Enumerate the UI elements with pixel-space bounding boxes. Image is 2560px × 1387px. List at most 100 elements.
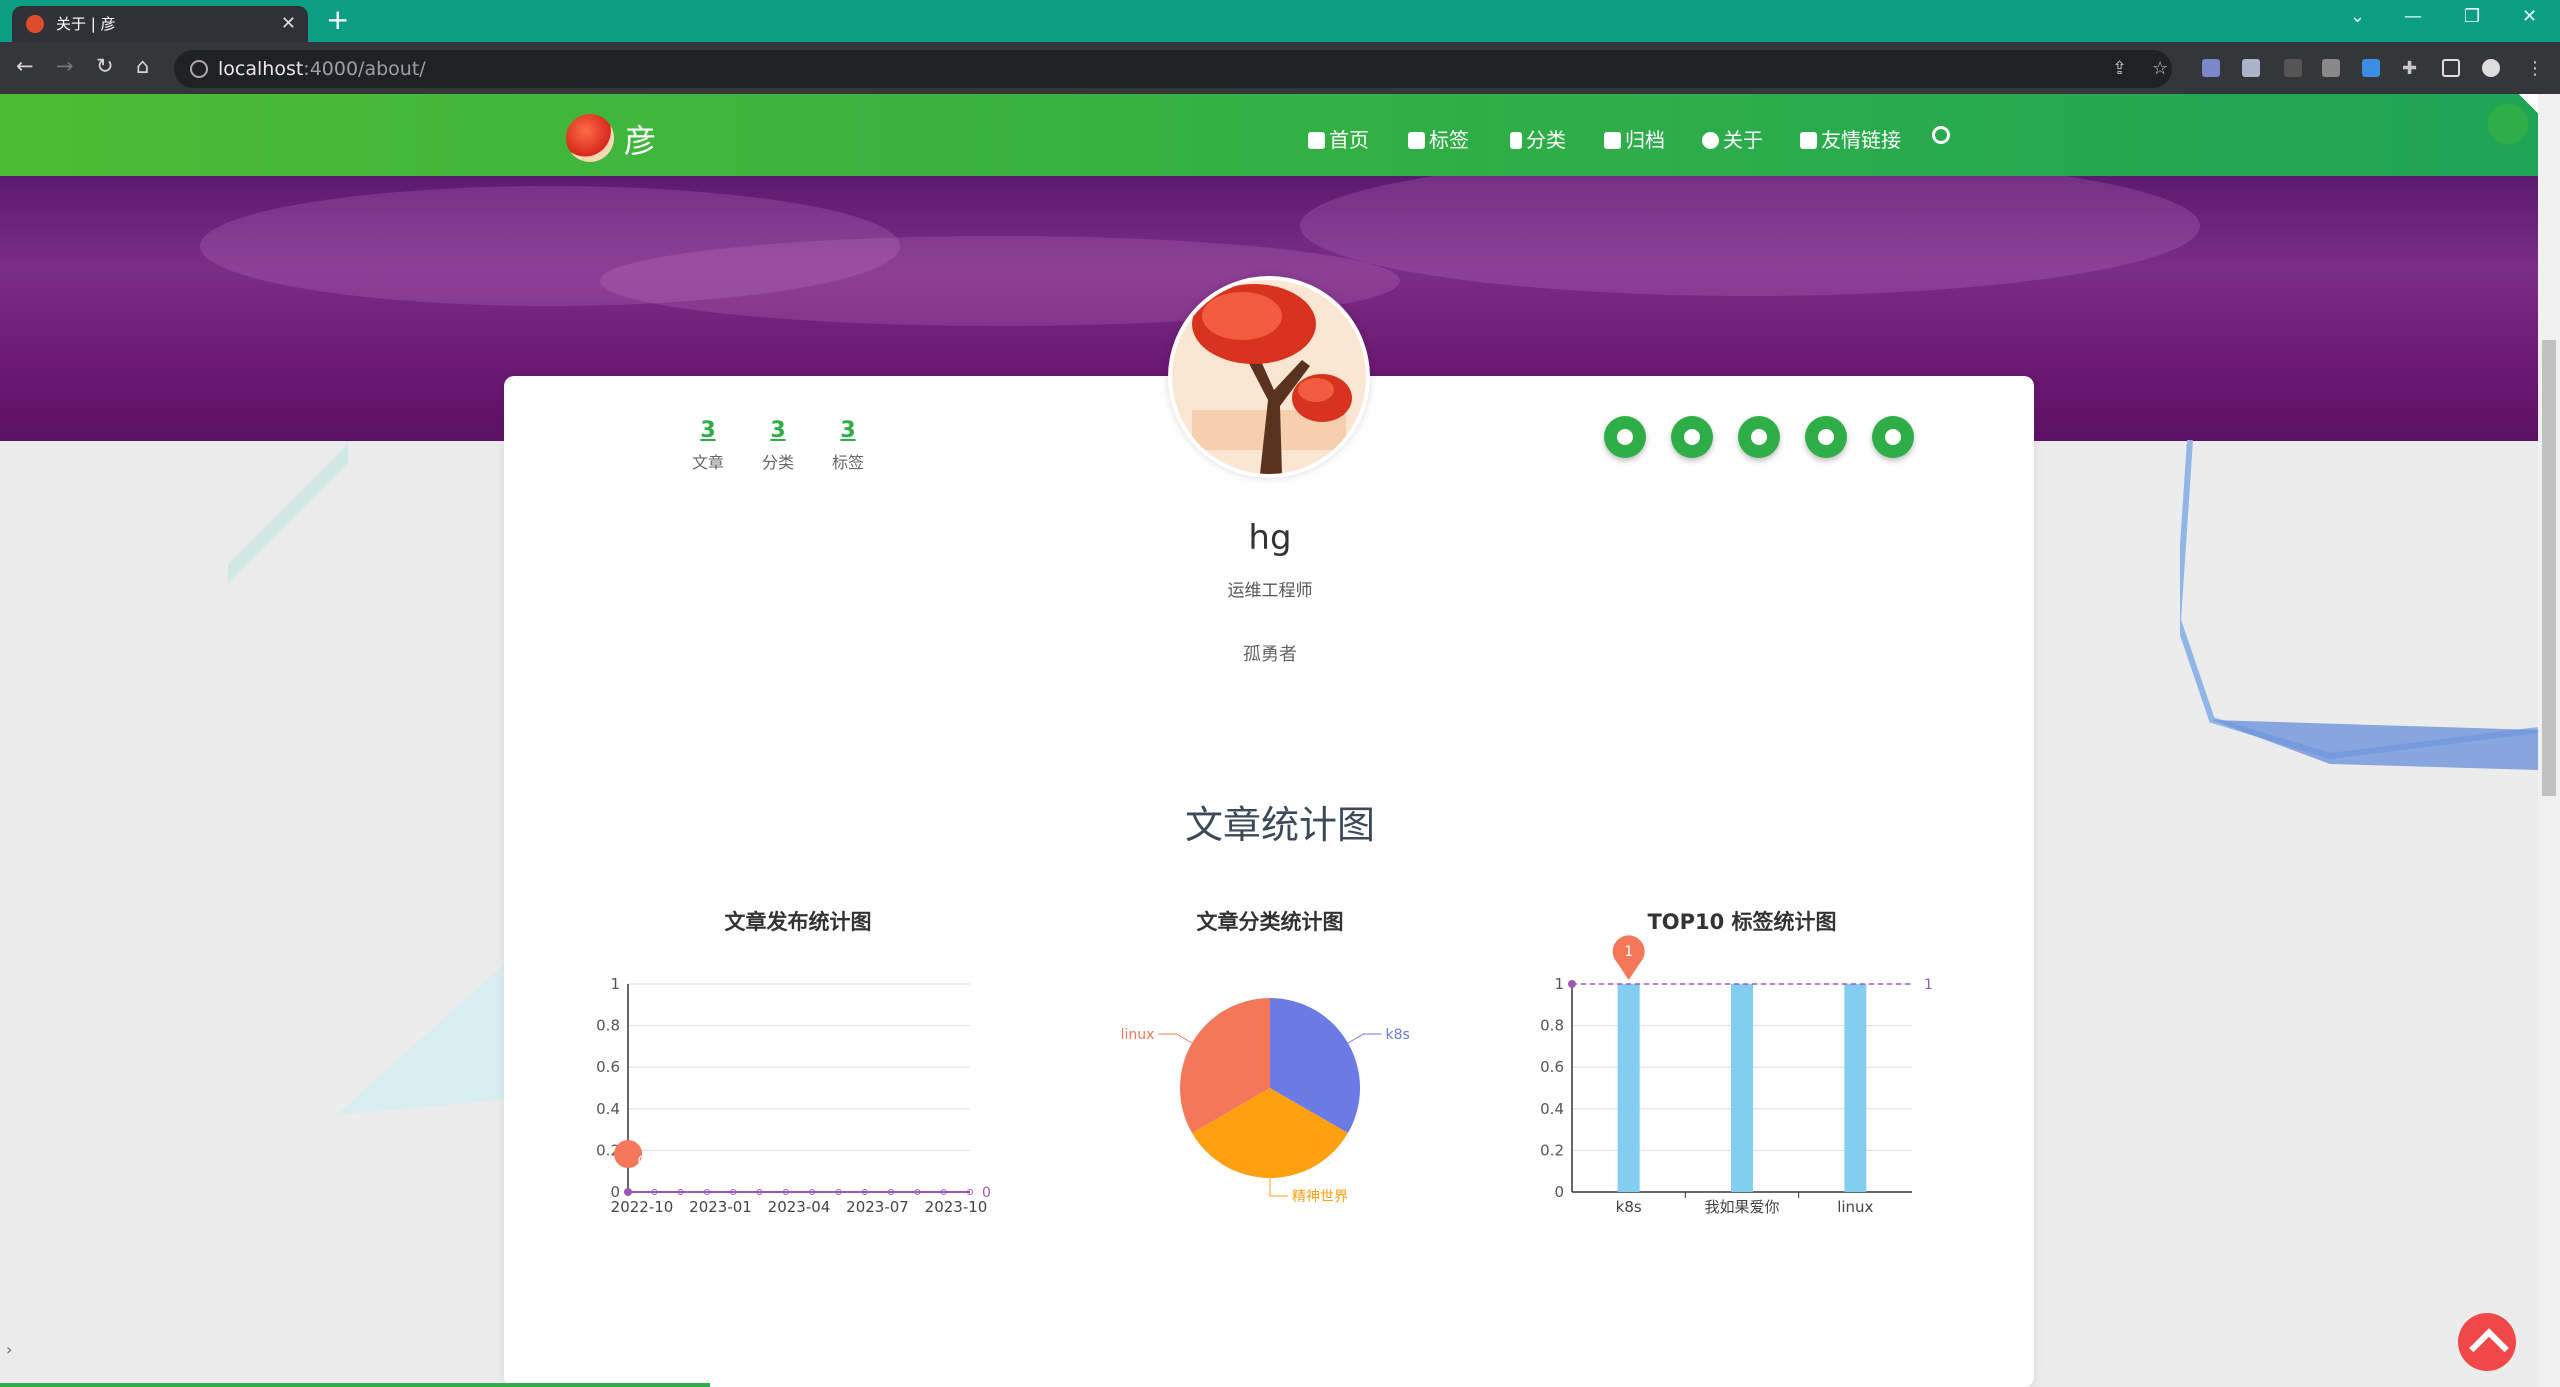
- y-tick-label: 0.8: [596, 1017, 620, 1035]
- browser-tab[interactable]: 关于 | 彦 ✕: [12, 6, 308, 42]
- y-tick-label: 0: [1554, 1183, 1564, 1201]
- x-tick-label: 2023-04: [768, 1198, 831, 1216]
- x-tick-label: 2023-07: [846, 1198, 909, 1216]
- github-icon[interactable]: [1604, 416, 1646, 458]
- tab-search-icon[interactable]: ⌄: [2350, 6, 2365, 27]
- extension-icon[interactable]: [2284, 59, 2302, 77]
- stat-label: 文章: [691, 453, 724, 472]
- y-tick-label: 1: [1554, 975, 1564, 993]
- site-navbar: [0, 94, 2538, 176]
- extensions-puzzle-icon[interactable]: ✚: [2402, 58, 2417, 79]
- chart-title: 文章发布统计图: [724, 910, 872, 934]
- user-circle-icon: [1702, 132, 1719, 149]
- stat-categories[interactable]: 3 分类: [748, 418, 808, 473]
- nav-label: 标签: [1429, 128, 1469, 152]
- site-name[interactable]: 彦: [624, 116, 656, 162]
- x-tick-label: 我如果爱你: [1704, 1198, 1779, 1216]
- forward-icon[interactable]: →: [56, 54, 74, 78]
- mark-line-label: 0: [982, 1185, 991, 1201]
- home-icon[interactable]: ⌂: [136, 54, 149, 78]
- y-tick-label: 0.6: [1540, 1058, 1564, 1076]
- url-path: :4000/about/: [303, 58, 426, 80]
- address-bar[interactable]: localhost:4000/about/: [174, 50, 2172, 88]
- y-tick-label: 0.4: [1540, 1100, 1564, 1118]
- tag-bar-chart: 0 0.2 0.4 0.6 0.8 1 k8s 我如果爱你 linux 1 1: [1540, 935, 1933, 1216]
- y-tick-label: 0.4: [596, 1100, 620, 1118]
- y-tick-label: 0.8: [1540, 1017, 1564, 1035]
- x-tick-label: linux: [1837, 1198, 1873, 1216]
- chart-title: 文章分类统计图: [1196, 910, 1344, 934]
- back-icon[interactable]: ←: [16, 54, 34, 78]
- label-line: [1158, 1033, 1193, 1044]
- nav-tags[interactable]: 标签: [1408, 124, 1469, 153]
- post-line-chart: 00.20.40.60.812022-10 2023-01 2023-04 2023-…: [596, 975, 991, 1216]
- y-tick-label: 0.6: [596, 1058, 620, 1076]
- site-info-icon[interactable]: [190, 60, 208, 78]
- scrollbar-thumb[interactable]: [2542, 340, 2556, 796]
- extension-icon[interactable]: [2362, 59, 2380, 77]
- author-motto: 孤勇者: [1243, 644, 1297, 665]
- stat-value: 3: [770, 418, 786, 443]
- weibo-icon[interactable]: [1805, 416, 1847, 458]
- mark-line-start: [1568, 980, 1576, 988]
- share-icon[interactable]: ⇪: [2112, 58, 2127, 79]
- expand-sidebar-icon[interactable]: ›: [6, 1340, 12, 1359]
- site-logo[interactable]: [566, 114, 614, 162]
- slice-label: k8s: [1386, 1027, 1410, 1043]
- rss-icon[interactable]: [1872, 416, 1914, 458]
- tab-title: 关于 | 彦: [56, 15, 116, 33]
- profile-icon[interactable]: [2482, 59, 2500, 77]
- extension-icon[interactable]: [2202, 59, 2220, 77]
- qq-icon[interactable]: [1738, 416, 1780, 458]
- window-close-icon[interactable]: ✕: [2522, 6, 2537, 27]
- search-icon[interactable]: [1932, 126, 1950, 144]
- back-to-top-button[interactable]: [2458, 1313, 2516, 1371]
- browser-tab-strip: [0, 0, 2560, 42]
- nav-friends[interactable]: 友情链接: [1800, 124, 1901, 153]
- address-book-icon: [1800, 132, 1817, 149]
- extension-icon[interactable]: [2322, 59, 2340, 77]
- stat-label: 标签: [831, 453, 864, 472]
- nav-home[interactable]: 首页: [1308, 124, 1369, 153]
- nav-about[interactable]: 关于: [1702, 124, 1763, 153]
- tags-icon: [1408, 132, 1425, 149]
- author-name: hg: [1248, 518, 1292, 558]
- url-host: localhost: [218, 58, 304, 80]
- bookmark-icon: [1510, 132, 1522, 149]
- reload-icon[interactable]: ↻: [96, 54, 114, 78]
- nav-label: 归档: [1625, 128, 1665, 152]
- bar: [1731, 984, 1753, 1192]
- x-tick-label: 2023-10: [925, 1198, 988, 1216]
- extension-icon[interactable]: [2242, 59, 2260, 77]
- side-panel-icon[interactable]: [2442, 59, 2460, 77]
- x-tick-label: 2023-01: [689, 1198, 752, 1216]
- close-tab-icon[interactable]: ✕: [281, 6, 296, 42]
- bar: [1844, 984, 1867, 1192]
- archive-icon: [1604, 132, 1621, 149]
- background-decoration: [2180, 440, 2538, 770]
- nav-archives[interactable]: 归档: [1604, 124, 1665, 153]
- octocat-icon[interactable]: [2488, 104, 2528, 144]
- bookmark-star-icon[interactable]: ☆: [2152, 58, 2168, 79]
- y-tick-label: 1: [610, 975, 620, 993]
- twitter-icon[interactable]: [1671, 416, 1713, 458]
- home-icon: [1308, 132, 1325, 149]
- stat-tags[interactable]: 3 标签: [818, 418, 878, 473]
- menu-kebab-icon[interactable]: ⋮: [2526, 58, 2544, 79]
- nav-label: 关于: [1723, 128, 1763, 152]
- stat-label: 分类: [761, 453, 794, 472]
- label-line: [1269, 1178, 1288, 1197]
- nav-label: 分类: [1526, 128, 1566, 152]
- minimize-icon[interactable]: —: [2404, 6, 2422, 27]
- slice-label: 精神世界: [1292, 1189, 1348, 1205]
- restore-icon[interactable]: ❐: [2464, 6, 2480, 27]
- nav-categories[interactable]: 分类: [1510, 124, 1566, 153]
- stat-articles[interactable]: 3 文章: [678, 418, 738, 473]
- new-tab-button[interactable]: +: [326, 2, 349, 38]
- section-title: 文章统计图: [1184, 803, 1375, 847]
- avatar: [1168, 276, 1370, 478]
- mark-line-start: [624, 1188, 632, 1196]
- x-tick-label: 2022-10: [611, 1198, 674, 1216]
- background-decoration: [228, 440, 348, 590]
- category-pie-chart: k8s 精神世界 linux: [1121, 998, 1410, 1205]
